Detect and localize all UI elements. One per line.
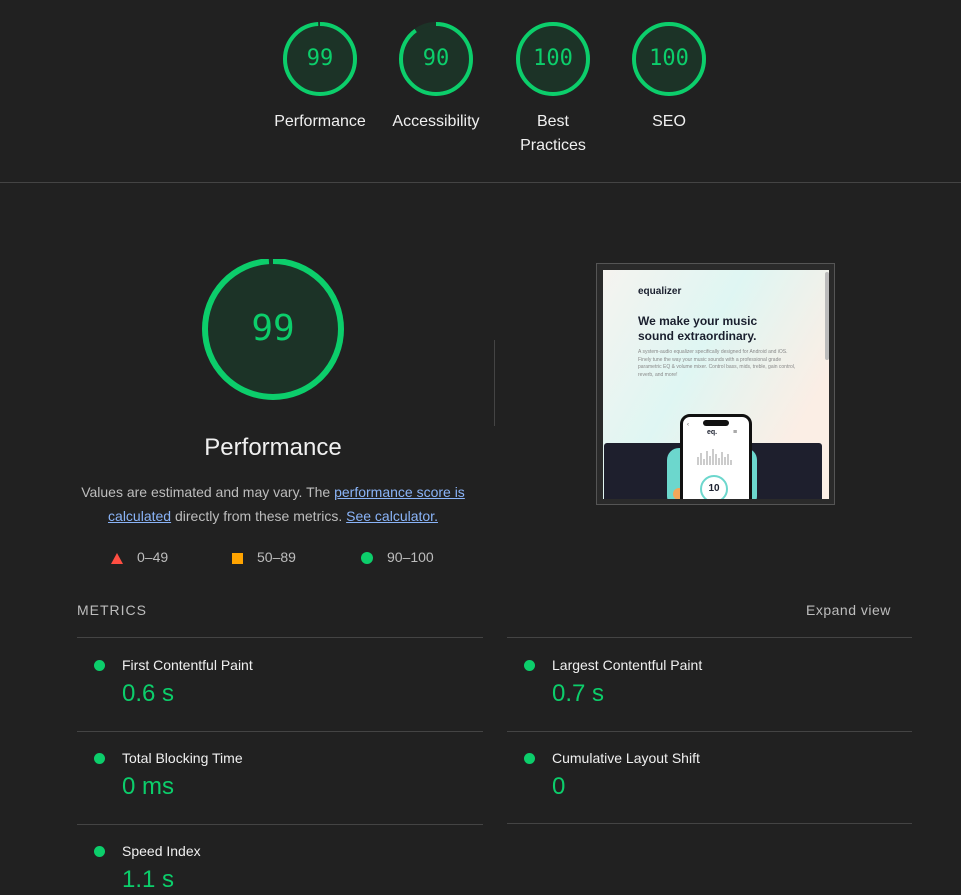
performance-gauge: 99: [199, 259, 347, 407]
square-icon: [232, 552, 243, 564]
description-text: Values are estimated and may vary. The: [81, 484, 335, 500]
metrics-divider: [507, 637, 912, 638]
gauge-label: Accessibility: [392, 113, 480, 130]
gauge-ring: 90: [397, 20, 475, 98]
gauge-ring: 100: [514, 20, 592, 98]
phone-logo: eq.: [707, 429, 718, 436]
gauge-best-practices[interactable]: 100 Best Practices: [493, 20, 613, 158]
legend-fail: 0–49: [111, 549, 168, 565]
performance-description: Values are estimated and may vary. The p…: [73, 480, 473, 528]
metric-name: Cumulative Layout Shift: [552, 750, 700, 766]
metric-value: 0: [552, 773, 566, 800]
triangle-icon: [111, 552, 123, 564]
pass-circle-icon: [94, 660, 105, 671]
screenshot-scrollbar: [825, 272, 829, 360]
gauge-accessibility[interactable]: 90 Accessibility: [376, 20, 496, 134]
waveform-icon: [697, 449, 732, 465]
metric-value: 0.7 s: [552, 680, 605, 707]
legend-average: 50–89: [232, 549, 296, 565]
metrics-divider: [77, 637, 483, 638]
legend-range: 0–49: [137, 549, 169, 565]
gauge-label: SEO: [652, 113, 686, 130]
gauge-score: 100: [649, 46, 689, 71]
category-scores-bar: 99 Performance 90 Accessibility 100 Best…: [0, 0, 961, 183]
description-text-middle: directly from these metrics.: [171, 508, 347, 524]
legend-range: 90–100: [387, 549, 434, 565]
metric-value: 1.1 s: [122, 866, 175, 893]
pass-circle-icon: [94, 753, 105, 764]
phone-notch: [703, 420, 729, 426]
screenshot-brand: equalizer: [638, 286, 682, 297]
see-calculator-link[interactable]: See calculator.: [346, 508, 438, 524]
menu-icon: ≡: [733, 429, 738, 436]
gauge-ring: 100: [630, 20, 708, 98]
screenshot-headline: We make your music sound extraordinary.: [638, 314, 758, 343]
legend-pass: 90–100: [361, 549, 434, 565]
performance-title: Performance: [204, 434, 342, 461]
metric-value: 0 ms: [122, 773, 175, 800]
metric-name: Speed Index: [122, 843, 201, 859]
pass-circle-icon: [94, 846, 105, 857]
gauge-score: 90: [422, 46, 450, 71]
chevron-left-icon: ‹: [687, 422, 689, 428]
screenshot-phone: ‹ eq. ≡ 10: [680, 414, 752, 499]
performance-score: 99: [251, 308, 295, 349]
metrics-heading: METRICS: [77, 602, 147, 618]
gauge-score: 99: [306, 46, 334, 71]
pass-circle-icon: [524, 753, 535, 764]
metric-value: 0.6 s: [122, 680, 175, 707]
screenshot-body: A system-audio equalizer specifically de…: [638, 349, 796, 378]
gauge-label: Performance: [274, 113, 366, 130]
metrics-divider: [77, 824, 483, 825]
metrics-divider: [507, 731, 912, 732]
metrics-divider: [77, 731, 483, 732]
gauge-performance[interactable]: 99 Performance: [260, 20, 380, 134]
screenshot-image: equalizer We make your music sound extra…: [603, 270, 829, 499]
legend-range: 50–89: [257, 549, 296, 565]
circle-icon: [361, 552, 373, 565]
metric-name: Largest Contentful Paint: [552, 657, 703, 673]
phone-dial: 10: [700, 475, 728, 499]
gauge-score: 100: [533, 46, 573, 71]
gauge-label: Best Practices: [520, 113, 586, 154]
vertical-divider: [494, 340, 495, 426]
gauge-seo[interactable]: 100 SEO: [609, 20, 729, 134]
metrics-divider: [507, 823, 912, 824]
expand-view-button[interactable]: Expand view: [806, 602, 891, 618]
metric-name: First Contentful Paint: [122, 657, 253, 673]
final-screenshot[interactable]: equalizer We make your music sound extra…: [596, 263, 835, 505]
gauge-ring: 99: [281, 20, 359, 98]
pass-circle-icon: [524, 660, 535, 671]
metric-name: Total Blocking Time: [122, 750, 243, 766]
